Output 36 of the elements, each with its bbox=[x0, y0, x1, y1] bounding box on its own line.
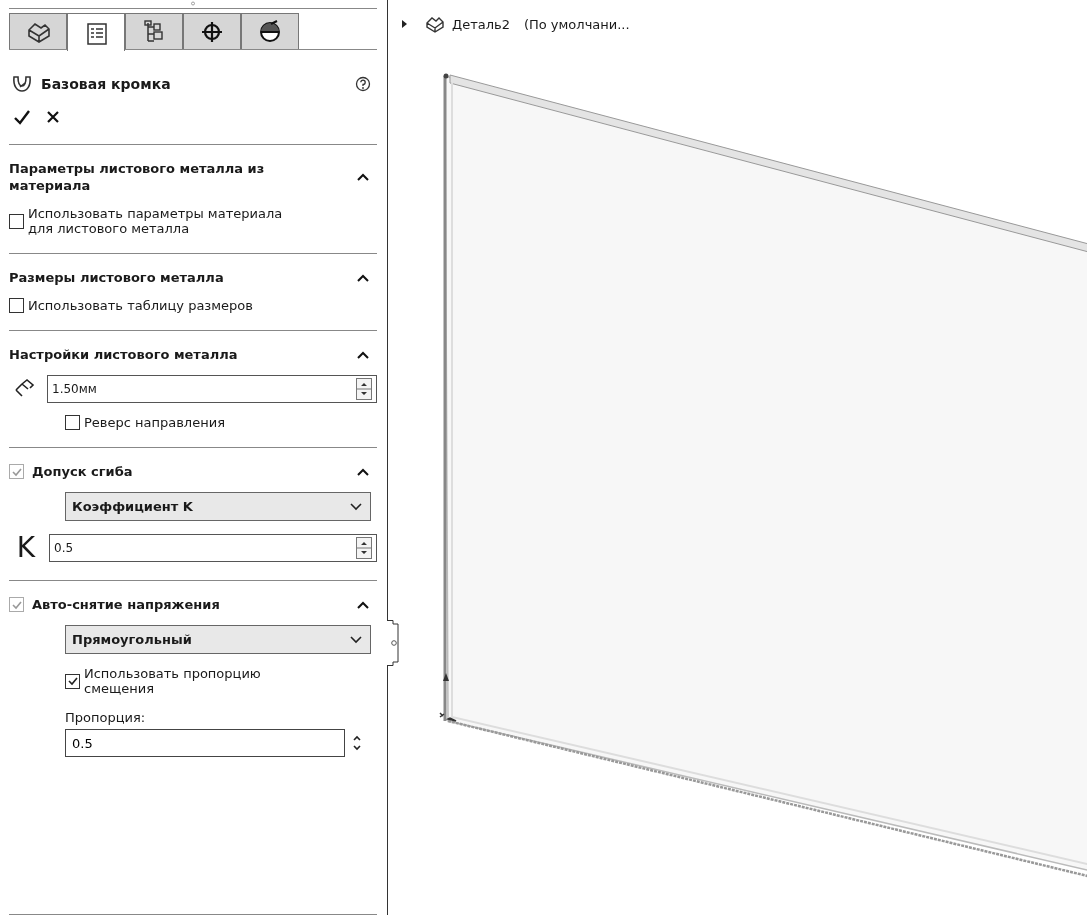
checkbox-label[interactable]: Реверс направления bbox=[84, 415, 225, 430]
sheet-metal-flange-icon bbox=[11, 74, 33, 94]
section-title[interactable]: Параметры листового металла из материала bbox=[9, 160, 349, 194]
checkbox-label[interactable]: Использовать таблицу размеров bbox=[28, 298, 253, 313]
feature-title: Базовая кромка bbox=[41, 76, 172, 92]
grip-icon[interactable] bbox=[188, 1, 198, 6]
panel-tab[interactable] bbox=[183, 13, 241, 49]
checkbox-label[interactable]: Использовать параметры материала для листового металла bbox=[28, 206, 290, 236]
close-icon[interactable] bbox=[45, 109, 61, 125]
collapse-caret-icon[interactable] bbox=[357, 173, 369, 181]
help-icon[interactable] bbox=[355, 76, 371, 92]
part-icon bbox=[424, 15, 444, 33]
sphere-icon bbox=[257, 19, 283, 44]
collapse-caret-icon[interactable] bbox=[357, 273, 369, 282]
crosshair-icon bbox=[199, 19, 225, 44]
configuration-name: (По умолчани... bbox=[523, 16, 630, 32]
k-factor-symbol: K bbox=[15, 533, 37, 563]
section-title[interactable]: Настройки листового металла bbox=[9, 346, 349, 363]
caret-icon bbox=[350, 502, 362, 511]
expand-arrow-icon[interactable] bbox=[400, 19, 408, 29]
panel-tab[interactable] bbox=[9, 13, 67, 49]
field-label: Пропорция: bbox=[65, 710, 146, 725]
tree-item-name[interactable]: Деталь2 bbox=[452, 16, 510, 32]
spin-buttons[interactable] bbox=[351, 734, 363, 752]
spin-buttons[interactable] bbox=[356, 537, 372, 559]
checkbox[interactable] bbox=[9, 298, 24, 313]
checkbox[interactable] bbox=[9, 213, 24, 229]
spin-buttons[interactable] bbox=[356, 378, 372, 400]
caret-icon bbox=[350, 635, 362, 644]
number-field[interactable]: 1.50мм bbox=[47, 375, 377, 403]
section-title[interactable]: Размеры листового металла bbox=[9, 269, 349, 286]
ok-checkmark-icon[interactable] bbox=[13, 108, 31, 126]
panel-tab[interactable] bbox=[241, 13, 299, 49]
checkbox[interactable] bbox=[65, 415, 80, 430]
panel-splitter-handle[interactable] bbox=[387, 620, 399, 666]
collapse-caret-icon[interactable] bbox=[357, 350, 369, 359]
